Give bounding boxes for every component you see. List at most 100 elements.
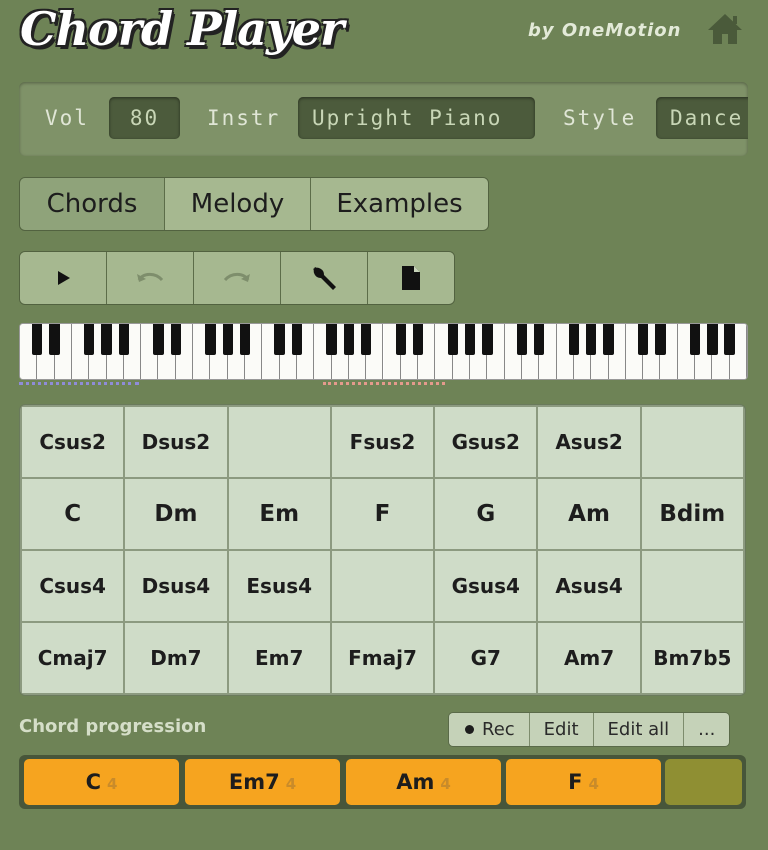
chord-cell[interactable]: Fsus2: [331, 407, 434, 477]
empty-chord-cell[interactable]: [641, 551, 743, 621]
chord-cell[interactable]: Bdim: [641, 479, 743, 549]
record-label: Rec: [482, 719, 515, 740]
chord-cell[interactable]: Dsus4: [125, 551, 227, 621]
progression-chord-name: Am: [396, 770, 435, 794]
piano-black-key[interactable]: [101, 324, 112, 355]
chord-cell[interactable]: Cmaj7: [22, 623, 124, 693]
chord-cell[interactable]: Gsus4: [435, 551, 537, 621]
piano-black-key[interactable]: [707, 324, 718, 355]
empty-progression-slot[interactable]: [665, 759, 742, 805]
app-logo-title: Chord Player: [20, 2, 344, 56]
chord-cell[interactable]: Csus4: [22, 551, 124, 621]
chord-cell[interactable]: G7: [435, 623, 537, 693]
piano-black-key[interactable]: [32, 324, 43, 355]
piano-black-key[interactable]: [222, 324, 233, 355]
piano-black-key[interactable]: [360, 324, 372, 355]
chord-cell[interactable]: C: [22, 479, 124, 549]
edit-button[interactable]: Edit: [529, 713, 594, 746]
document-icon: [402, 266, 420, 290]
header: Chord Player by OneMotion: [0, 0, 768, 70]
piano-black-key[interactable]: [412, 324, 424, 355]
piano-black-key[interactable]: [482, 324, 493, 355]
progression-chord[interactable]: C4: [24, 759, 179, 805]
piano-black-key[interactable]: [534, 324, 545, 355]
progression-chord[interactable]: Am 4: [346, 759, 501, 805]
settings-bar: Vol 80 Instr Upright Piano Style Dance: [19, 82, 748, 156]
instrument-label: Instr: [207, 106, 281, 130]
redo-button[interactable]: [194, 252, 281, 304]
volume-value[interactable]: 80: [109, 97, 180, 139]
piano-black-key[interactable]: [274, 324, 285, 355]
mode-tabs: Chords Melody Examples: [19, 177, 489, 231]
piano-black-key[interactable]: [49, 324, 60, 355]
chord-cell[interactable]: Am: [538, 479, 640, 549]
toolbar: [19, 251, 455, 305]
piano-black-key[interactable]: [516, 324, 528, 355]
piano-black-key[interactable]: [689, 324, 701, 355]
piano-black-key[interactable]: [239, 324, 251, 355]
piano-black-key[interactable]: [603, 324, 614, 355]
chord-cell[interactable]: Fmaj7: [331, 623, 434, 693]
progression-chord-beats: 4: [440, 775, 451, 793]
style-select[interactable]: Dance: [656, 97, 748, 139]
piano-black-key[interactable]: [724, 324, 735, 355]
tab-melody[interactable]: Melody: [165, 178, 311, 230]
piano-black-key[interactable]: [170, 324, 181, 355]
chord-cell[interactable]: Em: [228, 479, 330, 549]
piano-black-key[interactable]: [153, 324, 164, 355]
chord-cell[interactable]: Esus4: [228, 551, 330, 621]
right-hand-range-indicator: [323, 382, 445, 385]
home-button[interactable]: [706, 12, 744, 46]
piano-black-key[interactable]: [84, 324, 95, 355]
progression-chord[interactable]: F4: [506, 759, 661, 805]
piano-keyboard[interactable]: [19, 323, 748, 380]
chord-cell[interactable]: Dm: [125, 479, 227, 549]
empty-chord-cell[interactable]: [641, 407, 743, 477]
style-label: Style: [563, 106, 637, 130]
tab-chords[interactable]: Chords: [20, 178, 165, 230]
chord-cell[interactable]: Am7: [538, 623, 640, 693]
home-icon: [708, 14, 742, 44]
chord-cell[interactable]: Dsus2: [125, 407, 227, 477]
chord-cell[interactable]: Asus4: [538, 551, 640, 621]
progression-chord[interactable]: Em7 4: [185, 759, 340, 805]
settings-wrench-button[interactable]: [281, 252, 368, 304]
piano-black-key[interactable]: [637, 324, 649, 355]
empty-chord-cell[interactable]: [331, 551, 434, 621]
instrument-select[interactable]: Upright Piano: [298, 97, 535, 139]
piano-black-key[interactable]: [205, 324, 216, 355]
chord-cell[interactable]: G: [435, 479, 537, 549]
piano-black-key[interactable]: [291, 324, 303, 355]
play-button[interactable]: [20, 252, 107, 304]
chord-cell[interactable]: Em7: [228, 623, 330, 693]
piano-black-key[interactable]: [655, 324, 666, 355]
document-button[interactable]: [368, 252, 454, 304]
chord-cell[interactable]: Bm7b5: [641, 623, 743, 693]
progression-chord-name: Em7: [228, 770, 280, 794]
edit-all-button[interactable]: Edit all: [593, 713, 685, 746]
piano-black-key[interactable]: [447, 324, 458, 355]
empty-chord-cell[interactable]: [228, 407, 330, 477]
progression-buttons: Rec Edit Edit all ...: [448, 712, 731, 747]
more-button[interactable]: ...: [684, 713, 730, 746]
progression-chord-beats: 4: [285, 775, 297, 793]
piano-black-key[interactable]: [395, 324, 406, 355]
chord-cell[interactable]: Gsus2: [435, 407, 537, 477]
record-dot-icon: [465, 725, 474, 734]
volume-label: Vol: [45, 106, 89, 130]
tab-examples[interactable]: Examples: [311, 178, 488, 230]
chord-progression-label: Chord progression: [19, 716, 207, 737]
progression-chord-beats: 4: [106, 775, 118, 793]
undo-button[interactable]: [107, 252, 194, 304]
record-button[interactable]: Rec: [449, 713, 530, 746]
piano-black-key[interactable]: [118, 324, 130, 355]
chord-cell[interactable]: F: [331, 479, 434, 549]
piano-black-key[interactable]: [586, 324, 597, 355]
chord-cell[interactable]: Dm7: [125, 623, 227, 693]
piano-black-key[interactable]: [326, 324, 337, 355]
piano-black-key[interactable]: [343, 324, 355, 355]
chord-cell[interactable]: Asus2: [538, 407, 640, 477]
piano-black-key[interactable]: [568, 324, 580, 355]
chord-cell[interactable]: Csus2: [22, 407, 124, 477]
piano-black-key[interactable]: [464, 324, 476, 355]
